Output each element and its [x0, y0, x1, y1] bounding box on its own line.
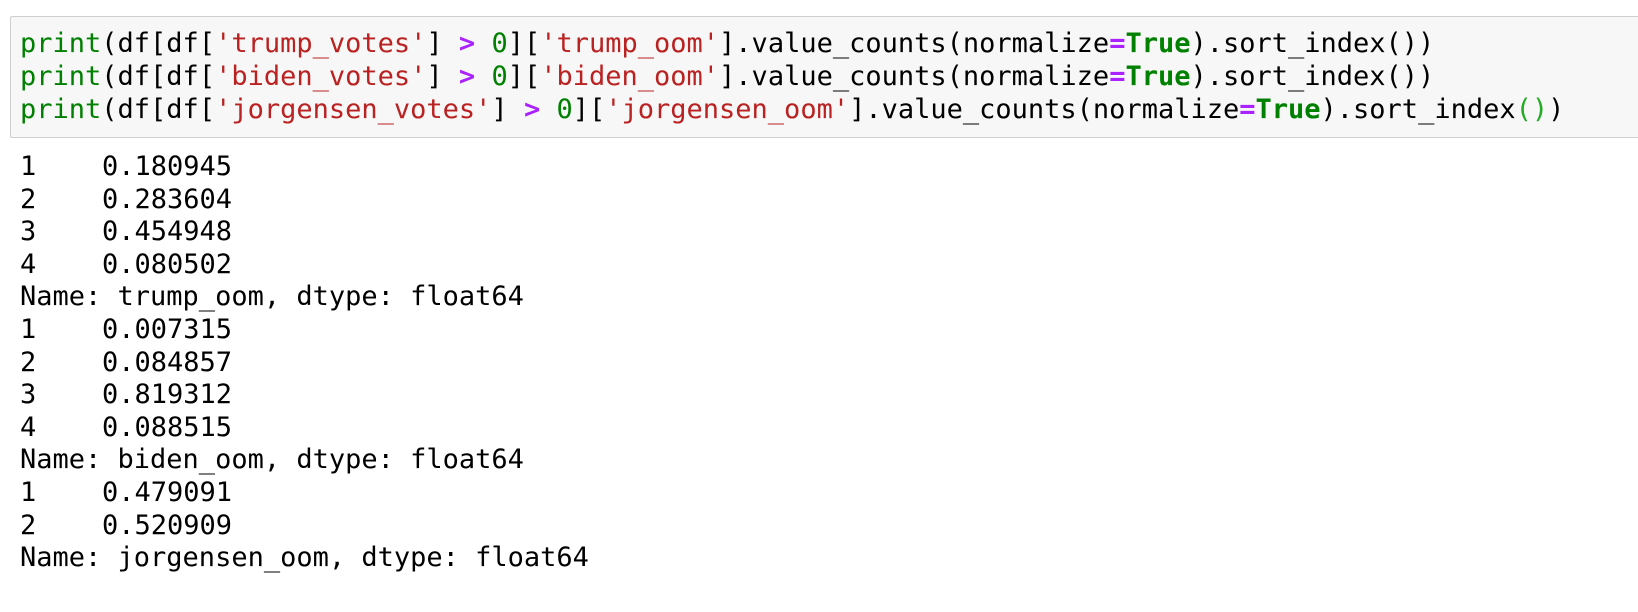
code-token-name: ][ [507, 61, 541, 92]
code-token-name [475, 28, 491, 59]
code-token-op: > [458, 28, 476, 59]
output-row-value: 0.084857 [102, 346, 233, 378]
output-row: 3 0.819312 [20, 378, 232, 411]
code-line: print(df[df['trump_votes'] > 0]['trump_o… [20, 27, 1434, 61]
output-row-index: 4 [20, 411, 37, 443]
output-row: 1 0.479091 [20, 476, 232, 509]
code-token-name: ][ [572, 94, 606, 125]
output-row: 2 0.283604 [20, 183, 232, 216]
output-row: 2 0.520909 [20, 509, 232, 542]
output-row-index: 1 [20, 477, 37, 508]
output-row: 3 0.454948 [20, 215, 232, 248]
output-row-value: 0.479091 [102, 477, 233, 508]
code-token-kw: True [1255, 94, 1321, 125]
output-row: 1 0.007315 [20, 313, 232, 346]
code-token-name [540, 94, 556, 125]
code-token-name: ].value_counts(normalize [719, 28, 1110, 59]
output-row-value: 0.088515 [102, 411, 233, 443]
code-token-name: ][ [507, 28, 541, 59]
code-token-name: ).sort_index()) [1190, 28, 1435, 59]
output-series-footer: Name: jorgensen_oom, dtype: float64 [20, 542, 589, 574]
code-token-name: (df[df[ [101, 94, 216, 125]
code-token-name: ] [426, 61, 459, 92]
output-row: 4 0.088515 [20, 411, 232, 444]
code-line: print(df[df['biden_votes'] > 0]['biden_o… [20, 60, 1434, 94]
code-token-num: 0 [556, 94, 573, 125]
code-token-builtin: print [20, 28, 102, 59]
output-row: 4 0.080502 [20, 248, 232, 281]
output-row-value: 0.520909 [102, 509, 233, 541]
code-token-builtin: print [20, 61, 102, 92]
code-token-paren-match: () [1515, 94, 1549, 125]
code-token-op: > [523, 94, 541, 125]
code-token-name: ) [1548, 94, 1565, 125]
code-line: print(df[df['jorgensen_votes'] > 0]['jor… [20, 93, 1564, 127]
output-row-index: 3 [20, 379, 37, 411]
code-token-str: 'biden_oom' [540, 61, 720, 92]
code-token-kw: True [1125, 61, 1191, 92]
code-token-op: = [1109, 61, 1126, 92]
output-row-index: 4 [20, 248, 37, 280]
code-token-name: ] [491, 94, 524, 125]
output-row-value: 0.454948 [102, 216, 233, 248]
code-token-name: (df[df[ [101, 61, 216, 92]
output-row-index: 2 [20, 509, 37, 541]
code-token-name [475, 61, 491, 92]
output-row-index: 2 [20, 183, 37, 215]
code-token-num: 0 [491, 61, 508, 92]
code-token-num: 0 [491, 28, 508, 59]
code-token-name: ).sort_index [1320, 94, 1516, 125]
code-token-name: ].value_counts(normalize [719, 61, 1110, 92]
output-row-index: 1 [20, 314, 37, 345]
output-row-index: 2 [20, 346, 37, 378]
code-token-name: ] [426, 28, 459, 59]
output-row-value: 0.007315 [102, 314, 233, 345]
code-token-builtin: print [20, 94, 102, 125]
code-token-name: (df[df[ [101, 28, 216, 59]
code-token-name: ).sort_index()) [1190, 61, 1435, 92]
code-token-op: > [458, 61, 476, 92]
code-token-name: ].value_counts(normalize [849, 94, 1240, 125]
code-input-cell[interactable]: print(df[df['trump_votes'] > 0]['trump_o… [10, 16, 1638, 138]
output-row-index: 1 [20, 151, 37, 182]
output-row-value: 0.180945 [102, 151, 233, 182]
code-token-str: 'trump_votes' [215, 28, 427, 59]
output-row: 1 0.180945 [20, 150, 232, 183]
output-row-value: 0.080502 [102, 248, 233, 280]
code-token-str: 'jorgensen_votes' [215, 94, 492, 125]
code-token-kw: True [1125, 28, 1191, 59]
output-series-footer: Name: trump_oom, dtype: float64 [20, 281, 524, 313]
code-token-str: 'jorgensen_oom' [605, 94, 850, 125]
code-token-str: 'trump_oom' [540, 28, 720, 59]
code-token-op: = [1109, 28, 1126, 59]
output-row-index: 3 [20, 216, 37, 248]
output-row-value: 0.819312 [102, 379, 233, 411]
output-row-value: 0.283604 [102, 183, 233, 215]
code-token-op: = [1239, 94, 1256, 125]
output-row: 2 0.084857 [20, 346, 232, 379]
code-token-str: 'biden_votes' [215, 61, 427, 92]
output-series-footer: Name: biden_oom, dtype: float64 [20, 444, 524, 476]
